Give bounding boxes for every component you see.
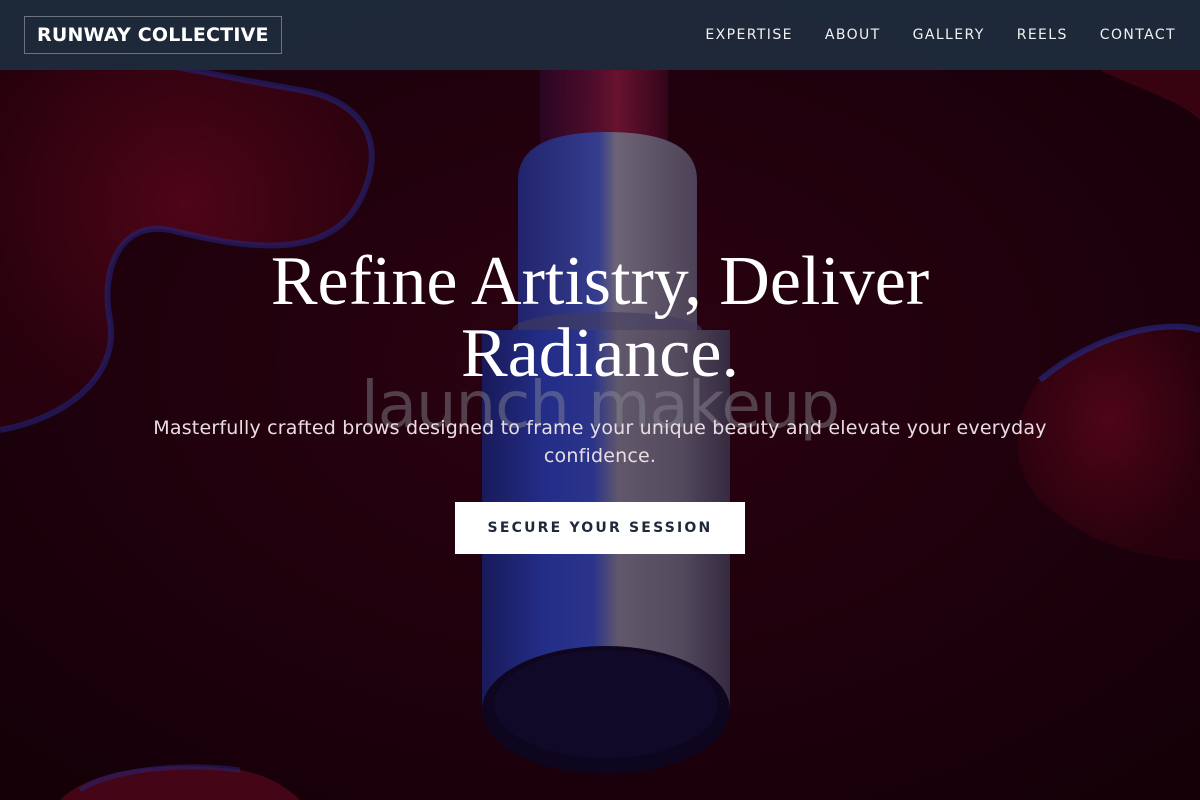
- nav-item-gallery: GALLERY: [913, 26, 985, 44]
- nav-link-about[interactable]: ABOUT: [825, 27, 881, 43]
- hero-headline: Refine Artistry, Deliver Radiance.: [150, 246, 1050, 390]
- hero-section: RUNWAY COLLECTIVE EXPERTISE ABOUT GALLER…: [0, 0, 1200, 800]
- nav-link-reels[interactable]: REELS: [1017, 27, 1068, 43]
- hero-subheading: Masterfully crafted brows designed to fr…: [153, 417, 1047, 467]
- top-navbar: RUNWAY COLLECTIVE EXPERTISE ABOUT GALLER…: [0, 0, 1200, 70]
- nav-link-gallery[interactable]: GALLERY: [913, 27, 985, 43]
- brand-logo[interactable]: RUNWAY COLLECTIVE: [24, 16, 282, 54]
- nav-item-expertise: EXPERTISE: [705, 26, 792, 44]
- hero-content: launch makeup Refine Artistry, Deliver Ra…: [0, 0, 1200, 800]
- nav-link-expertise[interactable]: EXPERTISE: [705, 27, 792, 43]
- secure-session-button[interactable]: SECURE YOUR SESSION: [455, 502, 745, 554]
- hero-headline-line-2: Radiance.: [461, 315, 739, 392]
- hero-headline-line-1: Refine Artistry, Deliver: [270, 243, 930, 320]
- nav-link-contact[interactable]: CONTACT: [1100, 27, 1176, 43]
- nav-item-about: ABOUT: [825, 26, 881, 44]
- nav-item-reels: REELS: [1017, 26, 1068, 44]
- nav-links: EXPERTISE ABOUT GALLERY REELS CONTACT: [705, 26, 1176, 44]
- nav-item-contact: CONTACT: [1100, 26, 1176, 44]
